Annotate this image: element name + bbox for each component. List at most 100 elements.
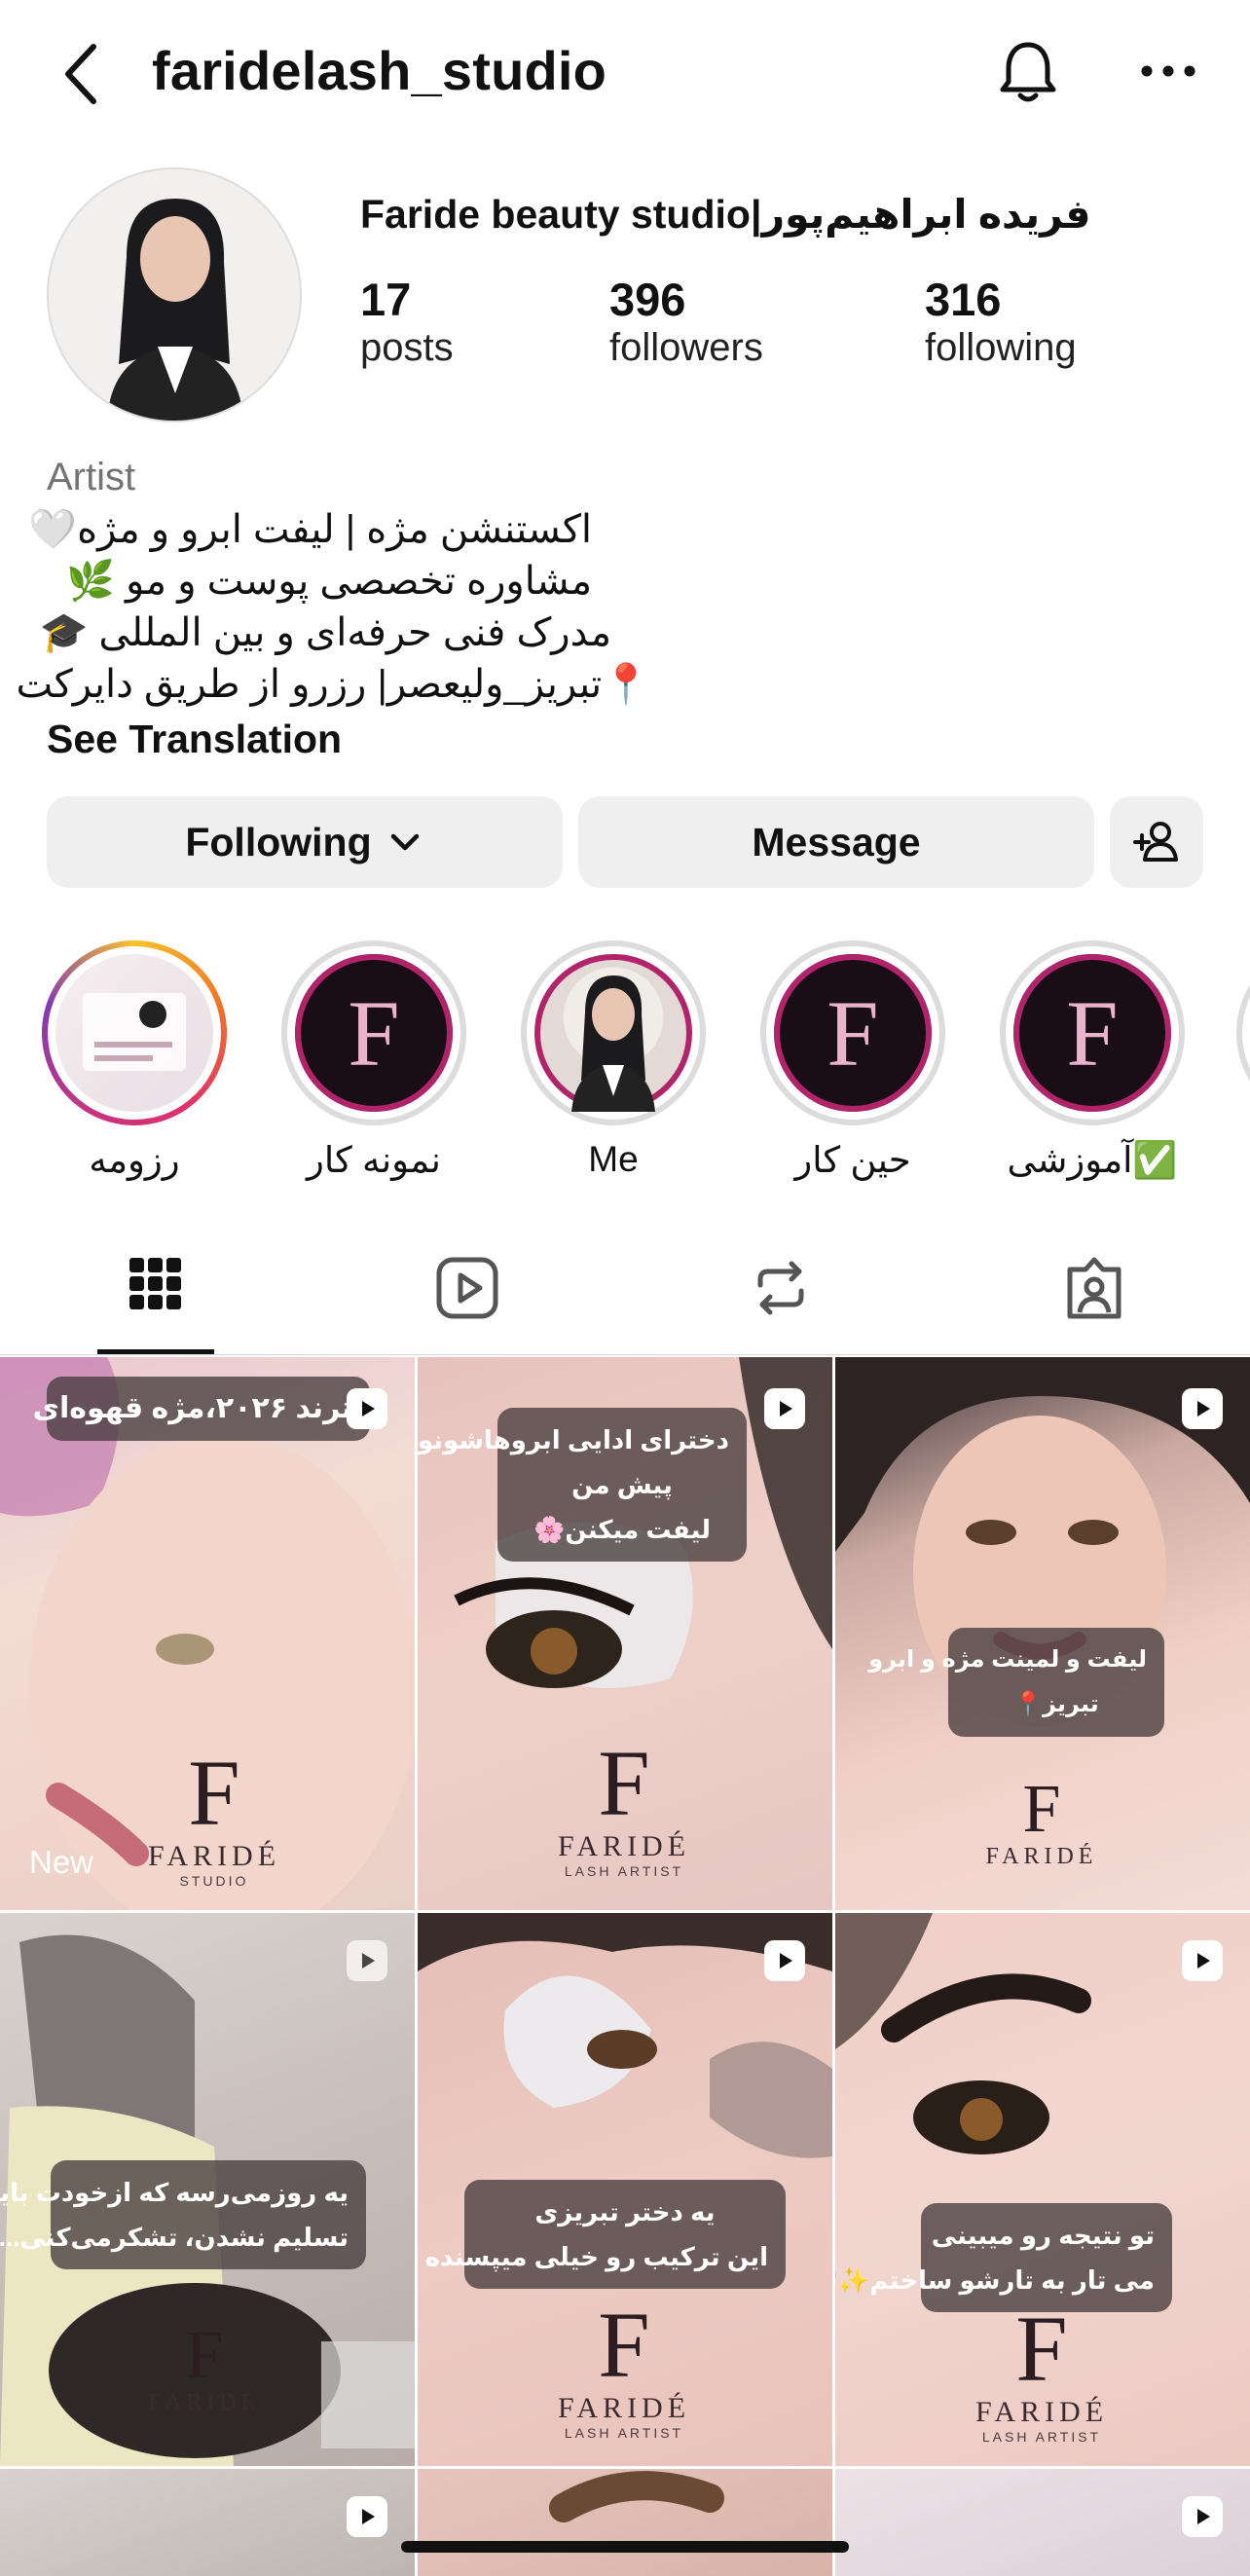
play-icon bbox=[1197, 2509, 1210, 2524]
highlight-ring: F bbox=[281, 940, 466, 1125]
reel-indicator bbox=[1182, 2496, 1223, 2537]
avatar-photo bbox=[49, 169, 300, 421]
reel-indicator bbox=[1182, 1388, 1223, 1429]
play-icon bbox=[1197, 1953, 1210, 1969]
highlight-in-progress[interactable]: F حین کار bbox=[736, 940, 970, 1181]
highlight-partial[interactable] bbox=[1236, 940, 1250, 1125]
logo-text: FARIDÉ bbox=[557, 2392, 691, 2424]
see-translation-link[interactable]: See Translation bbox=[47, 717, 342, 762]
highlight-label: حین کار bbox=[794, 1140, 911, 1180]
play-icon bbox=[362, 2509, 375, 2524]
highlight-label: Me bbox=[588, 1139, 639, 1179]
chevron-left-icon bbox=[65, 44, 96, 104]
logo-text: FARIDÉ bbox=[147, 1840, 281, 1872]
post-logo: F FARIDÉ LASH ARTIST bbox=[536, 1737, 712, 1880]
logo-text: FARIDÉ bbox=[974, 2396, 1109, 2428]
play-icon bbox=[362, 1953, 375, 1969]
reel-indicator bbox=[347, 1388, 387, 1429]
tab-tagged[interactable] bbox=[1036, 1256, 1153, 1332]
notifications-button[interactable] bbox=[993, 37, 1063, 107]
logo-text: FARIDÉ bbox=[148, 2390, 261, 2415]
highlight-cover: F bbox=[1013, 954, 1171, 1112]
stat-followers-label: followers bbox=[609, 326, 763, 369]
grid-post[interactable] bbox=[0, 2469, 415, 2576]
highlight-tutorial[interactable]: F آموزشی✅ bbox=[975, 940, 1209, 1182]
logo-sub: LASH ARTIST bbox=[981, 2429, 1102, 2445]
logo-text: FARIDÉ bbox=[557, 1830, 691, 1862]
home-indicator[interactable] bbox=[401, 2541, 849, 2553]
stat-following[interactable]: 316 following bbox=[925, 273, 1077, 370]
add-person-button[interactable] bbox=[1110, 796, 1203, 888]
play-icon bbox=[780, 1953, 792, 1969]
grid-post[interactable]: یه روزمی‌رسه که ازخودت بایت تسلیم نشدن، … bbox=[0, 1913, 415, 2466]
following-button[interactable]: Following bbox=[47, 796, 563, 888]
logo-text: FARIDÉ bbox=[985, 1844, 1098, 1869]
grid-post[interactable] bbox=[835, 2469, 1250, 2576]
tab-grid[interactable] bbox=[97, 1256, 214, 1332]
more-options-button[interactable] bbox=[1139, 56, 1197, 86]
post-caption: ترند ۲۰۲۶،مژه قهوه‌ای bbox=[32, 1377, 370, 1441]
highlight-portfolio[interactable]: F نمونه کار bbox=[257, 940, 491, 1181]
highlight-label: نمونه کار bbox=[307, 1140, 441, 1180]
profile-username: faridelash_studio bbox=[152, 40, 607, 101]
bio-line: مدرک فنی حرفه‌ای و بین المللی 🎓 bbox=[39, 611, 611, 654]
profile-avatar[interactable] bbox=[47, 167, 302, 423]
grid-post[interactable]: ترند ۲۰۲۶،مژه قهوه‌ای F FARIDÉ STUDIO Ne… bbox=[0, 1357, 415, 1910]
stat-following-label: following bbox=[925, 326, 1077, 369]
highlight-me[interactable]: Me bbox=[496, 940, 730, 1180]
grid-post[interactable]: لیفت و لمینت مژه و ابرو تبریز📍 F FARIDÉ bbox=[835, 1357, 1250, 1910]
person-add-icon bbox=[1133, 822, 1178, 862]
post-logo: F FARIDÉ bbox=[954, 1776, 1129, 1870]
tab-reels[interactable] bbox=[409, 1256, 526, 1332]
highlight-label: رزومه bbox=[89, 1140, 180, 1180]
tab-reposts[interactable] bbox=[722, 1256, 839, 1332]
highlight-label: آموزشی✅ bbox=[1007, 1140, 1178, 1180]
highlight-ring bbox=[42, 940, 227, 1125]
post-logo: F FARIDÉ LASH ARTIST bbox=[536, 2299, 712, 2442]
message-button[interactable]: Message bbox=[578, 796, 1094, 888]
grid-post[interactable]: دخترای ادایی ابروهاشونو پیش من لیفت میکن… bbox=[418, 1357, 832, 1910]
more-horizontal-icon bbox=[1141, 65, 1195, 77]
bio-line: مشاوره تخصصی پوست و مو 🌿 bbox=[66, 560, 592, 603]
grid-post[interactable]: یه دختر تبریزی این ترکیب رو خیلی میپسنده… bbox=[418, 1913, 832, 2466]
reel-indicator bbox=[347, 2496, 387, 2537]
stat-posts-label: posts bbox=[360, 326, 454, 369]
post-caption: یه دختر تبریزی این ترکیب رو خیلی میپسنده… bbox=[418, 2180, 786, 2289]
play-icon bbox=[1197, 1401, 1210, 1417]
stat-posts[interactable]: 17 posts bbox=[360, 273, 454, 370]
bio-line: اکستنشن مژه | لیفت ابرو و مژه🤍 bbox=[28, 508, 592, 551]
highlight-cover bbox=[55, 954, 213, 1112]
reel-indicator bbox=[764, 1940, 805, 1981]
grid-post[interactable]: تو نتیجه رو میبینی می تار به تارشو ساختم… bbox=[835, 1913, 1250, 2466]
highlight-ring: F bbox=[1000, 940, 1185, 1125]
following-button-label: Following bbox=[185, 819, 372, 865]
logo-sub: STUDIO bbox=[179, 1873, 249, 1889]
reels-icon bbox=[436, 1257, 498, 1319]
post-caption: دخترای ادایی ابروهاشونو پیش من لیفت میکن… bbox=[418, 1408, 747, 1562]
stat-following-value: 316 bbox=[925, 274, 1002, 325]
profile-category: Artist bbox=[47, 456, 136, 498]
post-logo: F FARIDÉ bbox=[117, 2322, 292, 2416]
highlight-cover: F bbox=[295, 954, 453, 1112]
post-caption: یه روزمی‌رسه که ازخودت بایت تسلیم نشدن، … bbox=[0, 2160, 366, 2269]
post-logo: F FARIDÉ STUDIO bbox=[127, 1747, 302, 1890]
highlight-resume[interactable]: رزومه bbox=[18, 940, 251, 1181]
highlight-ring: F bbox=[760, 940, 945, 1125]
message-button-label: Message bbox=[752, 819, 921, 865]
play-icon bbox=[362, 1401, 375, 1417]
repost-icon bbox=[757, 1261, 804, 1315]
chevron-down-icon bbox=[390, 833, 419, 851]
play-icon bbox=[780, 1401, 792, 1417]
stat-followers-value: 396 bbox=[609, 274, 686, 325]
grid-post[interactable] bbox=[418, 2469, 832, 2576]
new-badge: New bbox=[29, 1844, 94, 1880]
highlight-cover: F bbox=[774, 954, 932, 1112]
highlight-ring bbox=[521, 940, 706, 1125]
tagged-person-icon bbox=[1067, 1257, 1121, 1319]
profile-display-name: Faride beauty studio|فریده ابراهیم‌پور bbox=[360, 192, 1091, 237]
reel-indicator bbox=[764, 1388, 805, 1429]
bell-icon bbox=[1000, 42, 1056, 102]
stat-followers[interactable]: 396 followers bbox=[609, 273, 763, 370]
reel-indicator bbox=[1182, 1940, 1223, 1981]
back-button[interactable] bbox=[56, 39, 105, 109]
